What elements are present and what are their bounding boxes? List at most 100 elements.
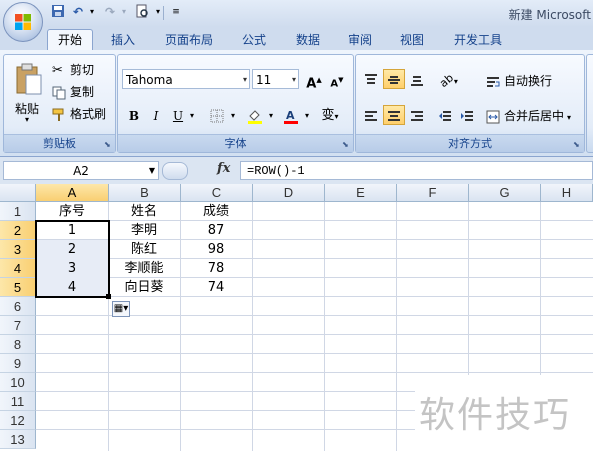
merge-center-button[interactable]: 合并后居中 ▾ bbox=[486, 107, 571, 124]
row-header-7[interactable]: 7 bbox=[0, 316, 36, 335]
column-header-b[interactable]: B bbox=[109, 184, 181, 202]
formula-cancel-enter-control[interactable] bbox=[162, 162, 188, 180]
orientation-button[interactable]: ab▾ bbox=[434, 69, 464, 90]
align-top-button[interactable] bbox=[360, 69, 382, 89]
font-name-combo[interactable]: Tahoma ▾ bbox=[122, 69, 250, 89]
name-box[interactable]: A2 ▼ bbox=[3, 161, 159, 180]
cell-c5[interactable]: 74 bbox=[180, 278, 252, 297]
gridline bbox=[36, 334, 593, 335]
cut-button[interactable]: ✂ 剪切 bbox=[52, 61, 94, 78]
alignment-launcher-icon[interactable]: ⬊ bbox=[573, 140, 582, 149]
tab-formulas[interactable]: 公式 bbox=[234, 31, 274, 50]
tab-developer[interactable]: 开发工具 bbox=[446, 31, 510, 50]
select-all-corner[interactable] bbox=[0, 184, 36, 202]
cell-b4[interactable]: 李顺能 bbox=[108, 259, 180, 278]
insert-function-button[interactable]: fx bbox=[217, 161, 230, 176]
row-header-8[interactable]: 8 bbox=[0, 335, 36, 354]
print-preview-icon[interactable] bbox=[134, 4, 150, 20]
fill-color-dropdown-icon[interactable]: ▾ bbox=[266, 105, 276, 125]
alignment-group: ab▾ 自动换行 合并后居中 ▾ 对齐方式 ⬊ bbox=[355, 54, 585, 153]
font-size-combo[interactable]: 11 ▾ bbox=[252, 69, 299, 89]
redo-dropdown-icon[interactable]: ▾ bbox=[116, 4, 132, 20]
cell-b1[interactable]: 姓名 bbox=[108, 202, 180, 221]
column-header-d[interactable]: D bbox=[253, 184, 325, 202]
row-header-6[interactable]: 6 bbox=[0, 297, 36, 316]
cell-c2[interactable]: 87 bbox=[180, 221, 252, 240]
tab-insert[interactable]: 插入 bbox=[104, 31, 142, 50]
format-painter-button[interactable]: 格式刷 bbox=[52, 105, 106, 122]
underline-button[interactable]: U bbox=[167, 105, 189, 125]
cell-c1[interactable]: 成绩 bbox=[180, 202, 252, 221]
copy-label: 复制 bbox=[70, 85, 95, 99]
cell-a1[interactable]: 序号 bbox=[36, 202, 108, 221]
copy-icon bbox=[52, 86, 68, 100]
increase-indent-button[interactable] bbox=[456, 105, 478, 125]
formula-input[interactable]: =ROW()-1 bbox=[240, 161, 593, 180]
fill-color-swatch bbox=[248, 121, 262, 124]
cell-b5[interactable]: 向日葵 bbox=[108, 278, 180, 297]
font-size-value: 11 bbox=[256, 73, 272, 87]
column-header-e[interactable]: E bbox=[325, 184, 397, 202]
font-group: Tahoma ▾ 11 ▾ A▲ A▼ B I U ▾ ▾ ▾ A ▾ 变▾ 字… bbox=[117, 54, 354, 153]
cell-c4[interactable]: 78 bbox=[180, 259, 252, 278]
align-middle-button[interactable] bbox=[383, 69, 405, 89]
align-right-button[interactable] bbox=[406, 105, 428, 125]
row-header-13[interactable]: 13 bbox=[0, 430, 36, 449]
paste-button[interactable]: 粘贴 ▾ bbox=[12, 59, 46, 129]
row-header-5[interactable]: 5 bbox=[0, 278, 36, 297]
row-header-9[interactable]: 9 bbox=[0, 354, 36, 373]
column-header-h[interactable]: H bbox=[541, 184, 593, 202]
align-left-icon bbox=[365, 111, 377, 121]
shrink-font-button[interactable]: A▼ bbox=[326, 69, 348, 89]
row-header-11[interactable]: 11 bbox=[0, 392, 36, 411]
borders-button[interactable] bbox=[206, 105, 228, 125]
row-header-4[interactable]: 4 bbox=[0, 259, 36, 278]
undo-dropdown-icon[interactable]: ▾ bbox=[84, 4, 100, 20]
decrease-indent-button[interactable] bbox=[434, 105, 456, 125]
row-header-12[interactable]: 12 bbox=[0, 411, 36, 430]
fill-bucket-icon bbox=[248, 110, 262, 124]
tab-home[interactable]: 开始 bbox=[47, 29, 93, 51]
office-button[interactable] bbox=[3, 2, 43, 42]
column-header-a[interactable]: A bbox=[36, 184, 109, 202]
cell-b3[interactable]: 陈红 bbox=[108, 240, 180, 259]
wrap-text-label: 自动换行 bbox=[504, 74, 553, 88]
phonetic-button[interactable]: 变▾ bbox=[316, 105, 344, 125]
row-header-2[interactable]: 2 bbox=[0, 221, 36, 240]
wrap-text-button[interactable]: 自动换行 bbox=[486, 72, 552, 89]
row-header-1[interactable]: 1 bbox=[0, 202, 36, 221]
italic-button[interactable]: I bbox=[145, 105, 167, 125]
column-header-f[interactable]: F bbox=[397, 184, 469, 202]
bold-button[interactable]: B bbox=[123, 105, 145, 125]
customize-qa-icon[interactable]: ≡ bbox=[168, 4, 184, 20]
fill-handle[interactable] bbox=[106, 294, 111, 299]
align-bottom-button[interactable] bbox=[406, 69, 428, 89]
clipboard-launcher-icon[interactable]: ⬊ bbox=[104, 140, 113, 149]
font-name-dropdown-icon: ▾ bbox=[242, 75, 247, 84]
tab-review[interactable]: 审阅 bbox=[340, 31, 380, 50]
scissors-icon: ✂ bbox=[52, 62, 63, 78]
tab-data[interactable]: 数据 bbox=[288, 31, 328, 50]
grow-font-button[interactable]: A▲ bbox=[303, 69, 325, 91]
autofill-options-button[interactable]: ▦▾ bbox=[112, 301, 130, 317]
borders-dropdown-icon[interactable]: ▾ bbox=[228, 105, 238, 125]
tab-page-layout[interactable]: 页面布局 bbox=[158, 31, 220, 50]
underline-dropdown-icon[interactable]: ▾ bbox=[187, 105, 197, 125]
save-icon[interactable] bbox=[50, 4, 66, 20]
cell-b2[interactable]: 李明 bbox=[108, 221, 180, 240]
cell-c3[interactable]: 98 bbox=[180, 240, 252, 259]
font-color-button[interactable]: A bbox=[280, 105, 302, 125]
align-top-icon bbox=[365, 74, 377, 84]
row-header-10[interactable]: 10 bbox=[0, 373, 36, 392]
align-left-button[interactable] bbox=[360, 105, 382, 125]
row-header-3[interactable]: 3 bbox=[0, 240, 36, 259]
font-launcher-icon[interactable]: ⬊ bbox=[342, 140, 351, 149]
column-header-c[interactable]: C bbox=[181, 184, 253, 202]
font-color-dropdown-icon[interactable]: ▾ bbox=[302, 105, 312, 125]
fill-color-button[interactable] bbox=[244, 105, 266, 125]
copy-button[interactable]: 复制 bbox=[52, 83, 94, 100]
align-center-button[interactable] bbox=[383, 105, 405, 125]
column-header-g[interactable]: G bbox=[469, 184, 541, 202]
font-size-dropdown-icon: ▾ bbox=[291, 75, 296, 84]
tab-view[interactable]: 视图 bbox=[392, 31, 432, 50]
